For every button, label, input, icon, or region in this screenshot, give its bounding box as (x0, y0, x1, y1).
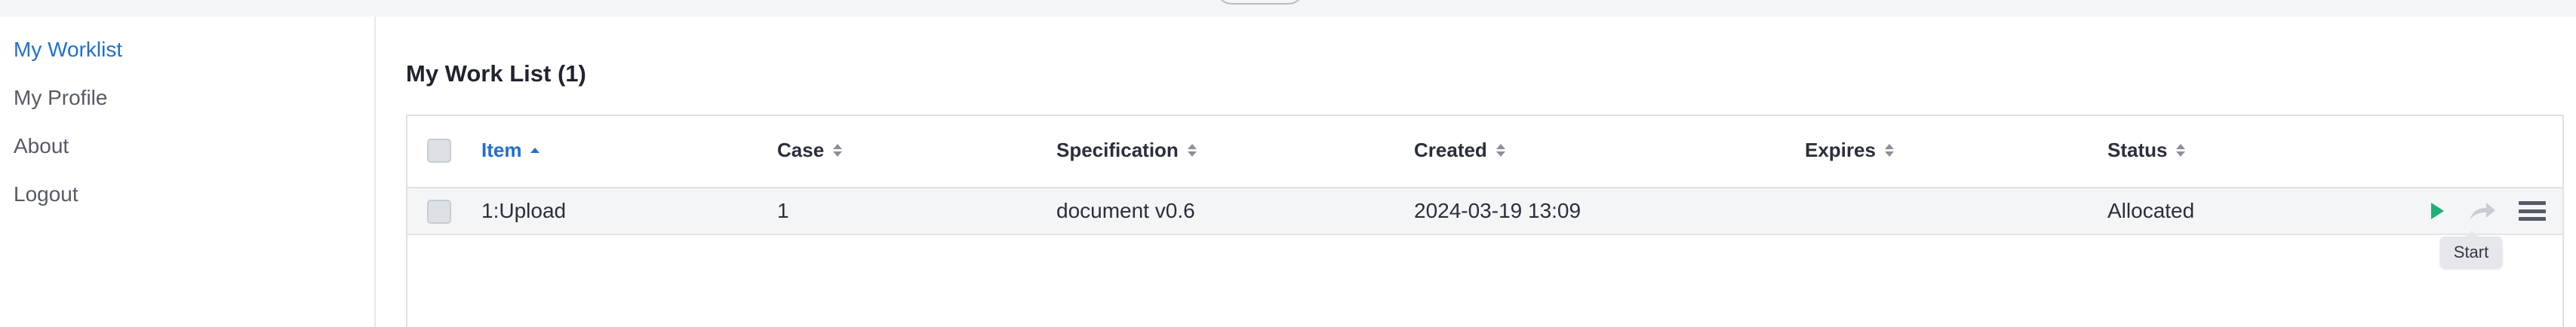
start-tooltip: Start (2440, 231, 2502, 268)
hamburger-menu-icon (2519, 201, 2546, 221)
start-button[interactable] (2421, 197, 2453, 225)
cell-created: 2024-03-19 13:09 (1414, 199, 1582, 222)
play-icon (2430, 203, 2444, 219)
main-content: My Work List (1) Item Case Specification… (376, 17, 2576, 327)
cell-item: 1:Upload (481, 199, 567, 222)
column-header-specification[interactable]: Specification (1056, 139, 1197, 162)
sort-icon (1187, 144, 1197, 157)
row-menu-button[interactable] (2516, 197, 2548, 225)
column-header-case[interactable]: Case (777, 139, 843, 162)
sort-icon (1495, 144, 1505, 157)
column-header-label: Expires (1805, 139, 1876, 161)
column-header-label: Status (2107, 139, 2168, 161)
page-title: My Work List (1) (406, 60, 586, 87)
scroll-indicator (1216, 0, 1304, 5)
forward-button[interactable] (2467, 197, 2498, 225)
column-header-status[interactable]: Status (2107, 139, 2186, 162)
column-header-label: Created (1414, 139, 1487, 161)
column-header-label: Case (777, 139, 825, 161)
column-header-label: Item (481, 139, 522, 161)
sort-icon (833, 144, 843, 157)
cell-specification: document v0.6 (1056, 199, 1195, 222)
table-row[interactable]: 1:Upload 1 document v0.6 2024-03-19 13:0… (407, 188, 2562, 235)
cell-status: Allocated (2107, 199, 2195, 222)
sidebar-item-about[interactable]: About (14, 134, 69, 158)
worklist-table: Item Case Specification Created Expires … (406, 115, 2564, 327)
sidebar: My Worklist My Profile About Logout (0, 17, 376, 327)
column-header-item[interactable]: Item (481, 139, 540, 162)
sidebar-item-logout[interactable]: Logout (14, 182, 78, 206)
select-all-checkbox[interactable] (427, 139, 451, 163)
share-forward-icon (2470, 203, 2495, 220)
sort-icon (1884, 144, 1894, 157)
column-header-created[interactable]: Created (1414, 139, 1505, 162)
top-bar (0, 0, 2576, 17)
column-header-label: Specification (1056, 139, 1179, 161)
cell-case: 1 (777, 199, 789, 222)
sidebar-item-my-profile[interactable]: My Profile (14, 86, 107, 110)
sort-ascending-icon (530, 148, 540, 153)
row-checkbox[interactable] (427, 200, 451, 224)
table-header-row: Item Case Specification Created Expires … (407, 116, 2562, 188)
column-header-expires[interactable]: Expires (1805, 139, 1894, 162)
sidebar-item-my-worklist[interactable]: My Worklist (14, 38, 122, 62)
sort-icon (2176, 144, 2186, 157)
